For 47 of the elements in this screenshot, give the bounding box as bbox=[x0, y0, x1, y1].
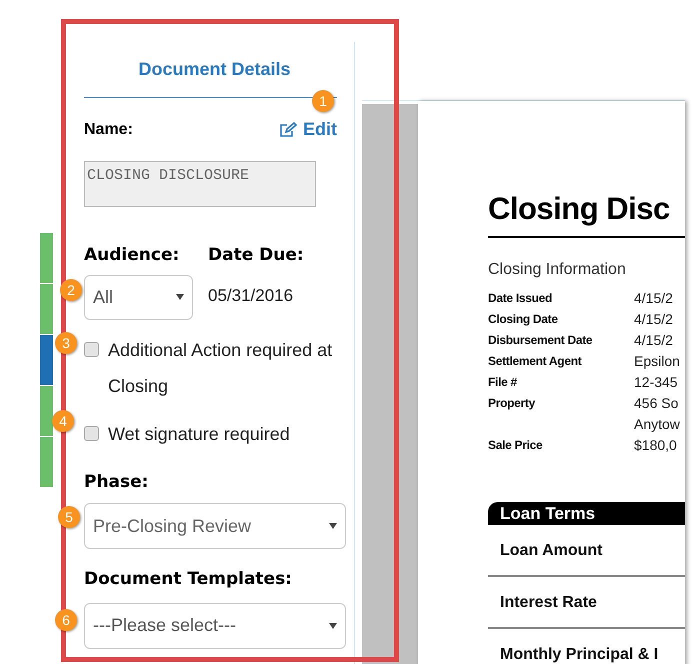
field-label: Document Templates: bbox=[84, 568, 293, 591]
info-value: Anytow bbox=[634, 415, 680, 434]
loan-term-label: Loan Amount bbox=[500, 542, 602, 559]
caret-icon bbox=[176, 294, 184, 300]
edit-icon bbox=[280, 122, 297, 138]
info-value: 456 So bbox=[634, 394, 680, 413]
panel-title: Document Details bbox=[138, 58, 291, 81]
field-label: Phase: bbox=[84, 470, 150, 494]
checkbox[interactable] bbox=[84, 342, 99, 356]
info-value: Epsilon bbox=[634, 352, 680, 371]
info-value: 4/15/2 bbox=[634, 331, 673, 350]
info-value: 4/15/2 bbox=[634, 289, 673, 308]
info-label: Settlement Agent bbox=[488, 353, 583, 370]
loan-term-label: Monthly Principal & I bbox=[500, 646, 658, 663]
section-heading: Closing Information bbox=[488, 260, 627, 280]
date-value: 05/31/2016 bbox=[208, 284, 294, 306]
annotation-badge: 5 bbox=[58, 506, 80, 528]
checkbox-label: Additional Action required at Closing bbox=[108, 338, 334, 398]
info-value: 4/15/2 bbox=[634, 310, 673, 329]
info-label: Date Issued bbox=[488, 290, 554, 307]
field-label: Audience: bbox=[84, 244, 180, 267]
checkbox-label: Wet signature required bbox=[108, 422, 291, 446]
annotation-badge: 1 bbox=[312, 90, 334, 112]
annotation-badge: 6 bbox=[55, 609, 77, 631]
dropdown-select[interactable]: All bbox=[84, 274, 193, 320]
info-label: Disbursement Date bbox=[488, 332, 594, 349]
info-label: Property bbox=[488, 395, 536, 412]
caret-icon bbox=[329, 523, 337, 529]
field-label: Name: bbox=[84, 120, 133, 140]
caret-icon bbox=[329, 622, 337, 628]
loan-term-label: Interest Rate bbox=[500, 594, 597, 611]
annotation-badge: 2 bbox=[60, 279, 82, 301]
info-label: File # bbox=[488, 374, 518, 391]
dropdown-select[interactable]: Pre-Closing Review bbox=[84, 503, 346, 549]
name-field[interactable]: CLOSING DISCLOSURE bbox=[84, 161, 316, 207]
annotation-badge: 3 bbox=[55, 332, 77, 354]
field-label: Date Due: bbox=[208, 244, 304, 267]
info-value: 12-345 bbox=[634, 373, 678, 392]
annotation-badge: 4 bbox=[52, 410, 74, 432]
info-value: $180,0 bbox=[634, 436, 677, 455]
edit-link[interactable]: Edit bbox=[280, 116, 337, 143]
document-title: Closing Disc bbox=[488, 193, 671, 224]
info-label: Sale Price bbox=[488, 437, 544, 454]
info-label: Closing Date bbox=[488, 311, 559, 328]
section-header-bar: Loan Terms bbox=[488, 502, 685, 525]
dropdown-select[interactable]: ---Please select--- bbox=[84, 602, 346, 648]
checkbox[interactable] bbox=[84, 426, 99, 440]
